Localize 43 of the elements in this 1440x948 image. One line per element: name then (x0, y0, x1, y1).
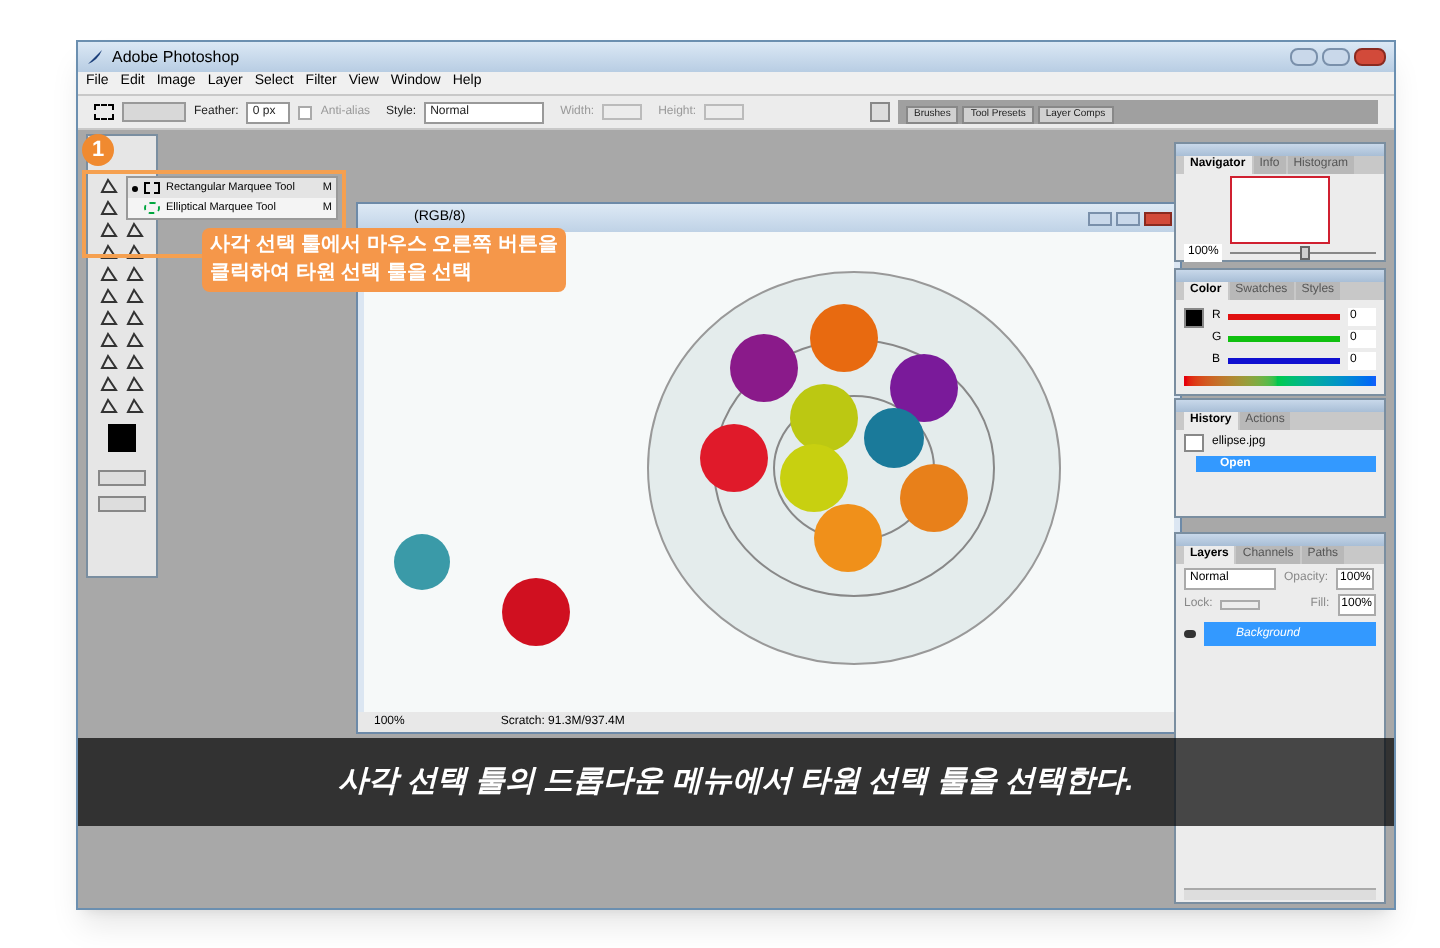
tool-icon[interactable] (98, 330, 120, 348)
palette-well-icon[interactable] (870, 102, 890, 122)
tool-icon[interactable] (98, 396, 120, 414)
zoom-slider-thumb[interactable] (1299, 245, 1310, 259)
tool-icon[interactable] (124, 242, 146, 260)
tool-icon[interactable] (98, 176, 120, 194)
tool-icon[interactable] (98, 198, 120, 216)
rectangle-marquee-icon (144, 182, 160, 194)
tool-icon[interactable] (124, 352, 146, 370)
marquee-icon[interactable] (94, 104, 114, 120)
tool-icon[interactable] (124, 220, 146, 238)
tool-icon[interactable] (98, 286, 120, 304)
tool-icon[interactable] (124, 396, 146, 414)
window-title: Adobe Photoshop (112, 45, 240, 69)
color-spectrum[interactable] (1184, 376, 1376, 386)
snapshot-thumbnail (1184, 434, 1204, 452)
feather-icon (86, 48, 104, 66)
foreground-color-swatch[interactable] (108, 424, 136, 452)
tool-icon[interactable] (98, 374, 120, 392)
channel-slider[interactable] (1228, 358, 1340, 364)
tool-icon[interactable] (98, 220, 120, 238)
channel-slider[interactable] (1228, 314, 1340, 320)
foreground-color-swatch[interactable] (1184, 308, 1204, 328)
channel-slider[interactable] (1228, 336, 1340, 342)
callout-text: 사각 선택 툴에서 마우스 오른쪽 버튼을 클릭하여 타원 선택 툴을 선택 (202, 228, 566, 292)
tool-icon[interactable] (124, 374, 146, 392)
height-field[interactable] (704, 104, 745, 120)
tool-icon[interactable] (124, 286, 146, 304)
tool-icon[interactable] (98, 264, 120, 282)
antialias-checkbox[interactable] (298, 105, 313, 119)
caption-text: 사각 선택 툴의 드롭다운 메뉴에서 타원 선택 툴을 선택한다. (338, 761, 1134, 802)
close-button[interactable] (1144, 211, 1172, 225)
tool-icon[interactable] (124, 330, 146, 348)
tool-icon[interactable] (124, 264, 146, 282)
tool-icon[interactable] (98, 242, 120, 260)
close-button[interactable] (1354, 48, 1386, 66)
tool-icon[interactable] (98, 308, 120, 326)
tool-icon[interactable] (124, 308, 146, 326)
tool-icon[interactable] (98, 352, 120, 370)
navigator-thumbnail (1230, 175, 1330, 243)
step-number: 1 (82, 134, 114, 166)
ellipse-marquee-icon (144, 202, 160, 214)
width-field[interactable] (602, 104, 643, 120)
